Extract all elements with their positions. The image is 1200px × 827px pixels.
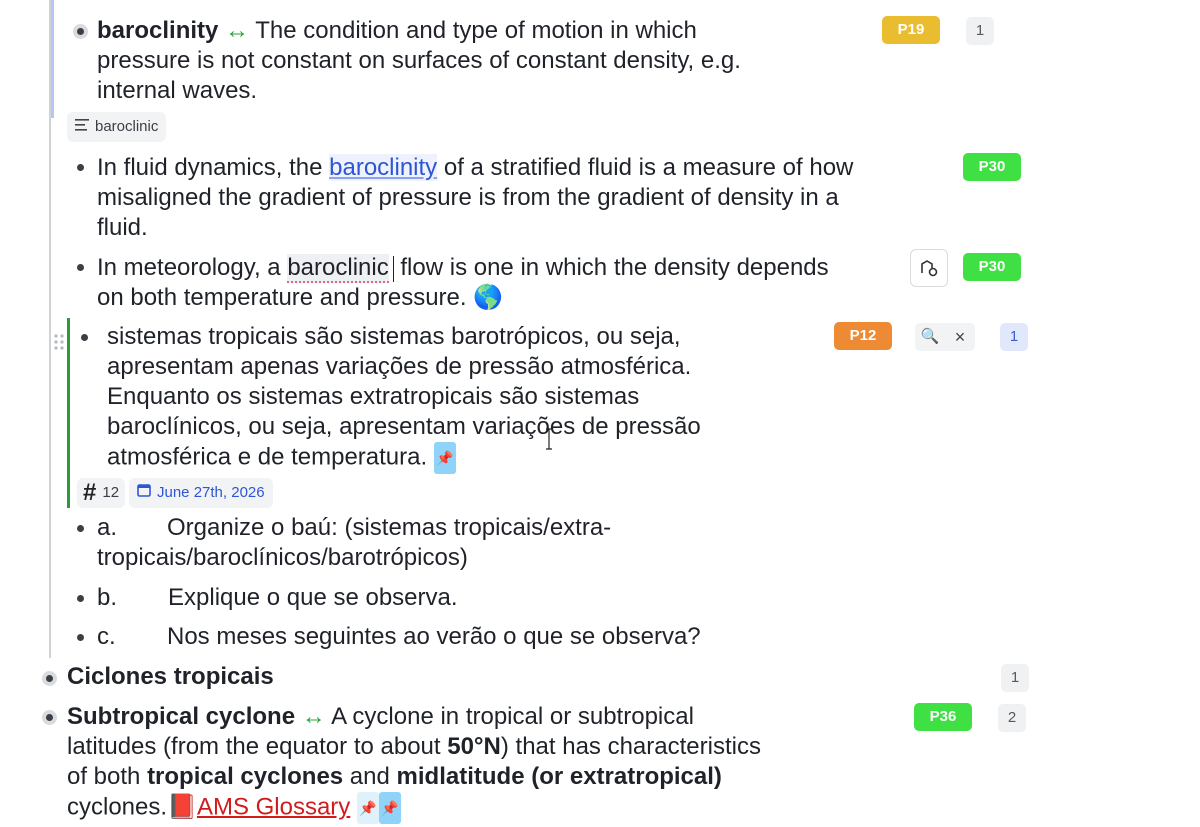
priority-badge[interactable]: P30: [963, 153, 1021, 181]
text-segment: In fluid dynamics, the: [97, 154, 330, 181]
bullet[interactable]: [77, 264, 84, 271]
tag-label: baroclinic: [95, 118, 159, 135]
text-line: fluid.: [97, 214, 148, 241]
text-segment: ) that has characteristics: [500, 733, 761, 760]
child-count-badge[interactable]: 1: [1000, 323, 1028, 351]
list-label: a.: [97, 514, 118, 541]
text-line: tropicais/baroclínicos/barotrópicos): [97, 544, 468, 571]
page-link[interactable]: baroclinity: [329, 154, 438, 181]
ams-glossary-link[interactable]: AMS Glossary: [197, 793, 350, 820]
date-label: June 27th, 2026: [157, 484, 265, 501]
text-bold: midlatitude (or extratropical): [396, 763, 722, 790]
bullet[interactable]: [42, 710, 57, 725]
bidirectional-arrow-icon: ↔: [225, 17, 250, 44]
bullet[interactable]: [77, 634, 84, 641]
child-count-badge[interactable]: 1: [966, 17, 994, 45]
text-segment: of both: [67, 763, 148, 790]
definition-line: The condition and type of motion in whic…: [249, 17, 697, 44]
close-icon[interactable]: ×: [945, 322, 975, 352]
text-line: on both temperature and pressure. 🌎: [97, 284, 504, 311]
search-icon[interactable]: 🔍: [915, 322, 945, 352]
definition-line: cyclones.📕AMS Glossary 📌 📌: [67, 792, 401, 824]
text-line: misaligned the gradient of pressure is f…: [97, 184, 839, 211]
alias-tag[interactable]: baroclinic: [67, 112, 167, 142]
list-item[interactable]: Organize o baú: (sistemas tropicais/extr…: [167, 513, 611, 543]
block-meteorology[interactable]: In meteorology, a baroclinic flow is one…: [97, 253, 829, 283]
bullet[interactable]: [77, 164, 84, 171]
definition-line: latitudes (from the equator to about 50°…: [67, 732, 761, 762]
bullet[interactable]: [77, 525, 84, 532]
list-label: c.: [97, 623, 116, 650]
bullet[interactable]: [42, 671, 57, 686]
block-ciclones-tropicais[interactable]: Ciclones tropicais: [67, 662, 274, 692]
hashtag-count: 12: [102, 484, 120, 501]
text-segment: atmosférica e de temperatura.: [107, 443, 428, 471]
text-segment: cyclones.: [67, 793, 168, 821]
child-count-badge[interactable]: 2: [998, 704, 1026, 732]
outline-guide-active: [67, 318, 70, 508]
book-icon: 📕: [167, 793, 197, 821]
pin-icon[interactable]: 📌: [356, 792, 379, 824]
priority-badge[interactable]: P19: [882, 16, 940, 44]
term: baroclinity: [97, 17, 219, 44]
priority-badge[interactable]: P12: [834, 322, 892, 350]
bullet[interactable]: [77, 595, 84, 602]
block-subtropical-cyclone[interactable]: Subtropical cyclone ↔ A cyclone in tropi…: [67, 702, 694, 732]
bullet[interactable]: [73, 24, 88, 39]
text-line: apresentam apenas variações de pressão a…: [107, 353, 692, 380]
block-sistemas[interactable]: sistemas tropicais são sistemas barotróp…: [107, 322, 681, 352]
hashtag-chip[interactable]: # 12: [77, 478, 126, 508]
block-baroclinity[interactable]: baroclinity ↔ The condition and type of …: [97, 16, 697, 46]
child-count-badge[interactable]: 1: [1001, 664, 1029, 692]
text-line-last: atmosférica e de temperatura. 📌: [107, 442, 456, 474]
text-segment: flow is one in which the density depends: [393, 254, 829, 281]
heading: Ciclones tropicais: [67, 663, 274, 690]
text-line: baroclínicos, ou seja, apresentam variaç…: [107, 413, 701, 440]
text-segment: latitudes (from the equator to about: [67, 733, 448, 760]
definition-line: pressure is not constant on surfaces of …: [97, 47, 741, 74]
text-bold: tropical cyclones: [147, 763, 344, 790]
priority-badge[interactable]: P36: [914, 703, 972, 731]
block-toolbar: 🔍 ×: [915, 323, 975, 351]
text-line: Enquanto os sistemas extratropicais são …: [107, 383, 640, 410]
text-segment: of a stratified fluid is a measure of ho…: [437, 154, 854, 181]
pin-icon[interactable]: 📌: [378, 792, 401, 824]
drag-handle-icon[interactable]: [53, 329, 65, 350]
bidirectional-arrow-icon: ↔: [301, 703, 326, 730]
calendar-icon: [137, 478, 151, 508]
outline-guide-selected: [51, 0, 54, 118]
text-segment: In meteorology, a: [97, 254, 288, 281]
term: Subtropical cyclone: [67, 703, 296, 730]
list-item[interactable]: Explique o que se observa.: [168, 583, 458, 613]
list-item[interactable]: Nos meses seguintes ao verão o que se ob…: [167, 622, 701, 652]
text-bold: 50°N: [447, 733, 501, 760]
bullet[interactable]: [81, 334, 88, 341]
highlighted-word[interactable]: baroclinic: [287, 254, 389, 283]
definition-line: internal waves.: [97, 77, 258, 104]
hashtag-icon: #: [83, 479, 97, 506]
date-chip[interactable]: June 27th, 2026: [129, 478, 273, 508]
text-lines-icon: [75, 112, 89, 142]
list-label: b.: [97, 584, 118, 611]
definition-line: A cyclone in tropical or subtropical: [325, 703, 694, 730]
text-cursor-ibeam-icon: [546, 428, 552, 450]
translate-icon[interactable]: [910, 249, 948, 287]
priority-badge[interactable]: P30: [963, 253, 1021, 281]
pin-icon[interactable]: 📌: [433, 442, 456, 474]
block-fluid-dynamics[interactable]: In fluid dynamics, the baroclinity of a …: [97, 153, 853, 183]
definition-line: of both tropical cyclones and midlatitud…: [67, 762, 722, 792]
text-segment: and: [343, 763, 397, 790]
